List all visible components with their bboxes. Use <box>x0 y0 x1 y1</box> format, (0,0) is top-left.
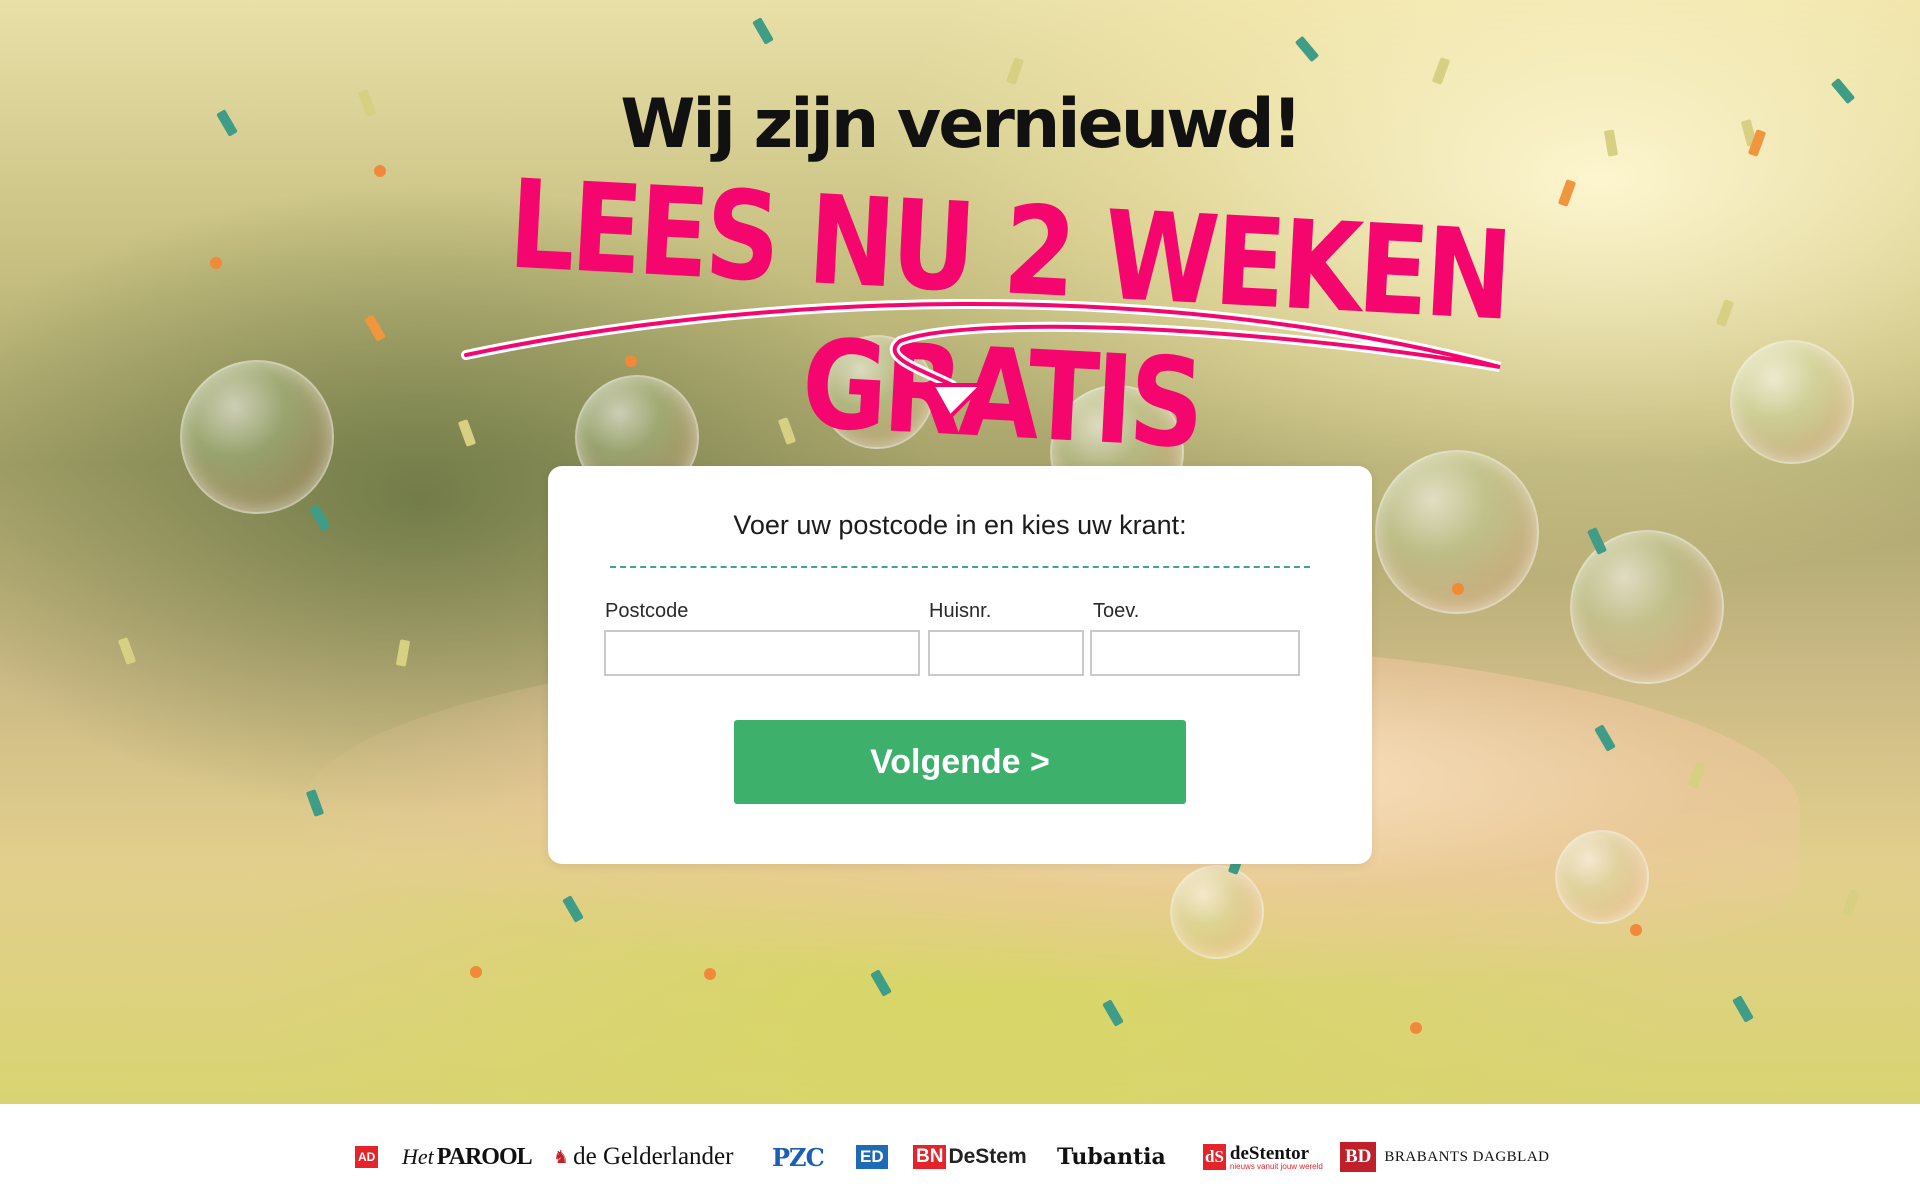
confetti-dot <box>704 968 716 980</box>
huisnr-input[interactable] <box>928 630 1084 676</box>
bubble <box>1730 340 1854 464</box>
postcode-label: Postcode <box>605 600 689 622</box>
next-button[interactable]: Volgende > <box>734 720 1186 804</box>
destem-name: DeStem <box>948 1145 1027 1168</box>
confetti <box>1715 299 1735 327</box>
swoosh-arrow-icon <box>461 298 1502 419</box>
bd-mark: BD <box>1340 1142 1377 1172</box>
bubble <box>1170 865 1264 959</box>
logo-de-gelderlander[interactable]: ♞ de Gelderlander <box>553 1142 733 1172</box>
confetti <box>309 504 331 532</box>
confetti-dot <box>1410 1022 1422 1034</box>
confetti <box>395 639 411 667</box>
confetti <box>1294 35 1320 63</box>
confetti-dot <box>470 966 482 978</box>
bubble <box>1570 530 1724 684</box>
logo-tubantia[interactable]: Tubantia <box>1057 1142 1166 1172</box>
logo-ed[interactable]: ED <box>856 1142 888 1172</box>
confetti-dot <box>374 165 386 177</box>
logo-bn-destem[interactable]: BN DeStem <box>913 1142 1027 1172</box>
logo-het-parool[interactable]: Het PAROOL <box>402 1142 533 1172</box>
confetti <box>1102 999 1124 1027</box>
confetti-dot <box>1452 583 1464 595</box>
bubble <box>1555 830 1649 924</box>
confetti <box>1732 995 1754 1023</box>
parool-prefix: Het <box>402 1144 434 1169</box>
confetti <box>1431 57 1451 85</box>
logo-brabants-dagblad[interactable]: BD BRABANTS DAGBLAD <box>1340 1142 1550 1172</box>
tubantia-name: Tubantia <box>1057 1144 1166 1170</box>
gelderlander-name: de Gelderlander <box>573 1143 734 1170</box>
form-title: Voer uw postcode in en kies uw krant: <box>733 510 1187 540</box>
stentor-name: deStentor <box>1229 1142 1310 1164</box>
confetti <box>1586 527 1608 555</box>
parool-name: PAROOL <box>436 1143 533 1170</box>
confetti-dot <box>1630 924 1642 936</box>
bn-mark: BN <box>913 1145 947 1169</box>
confetti <box>1557 179 1577 207</box>
toev-input[interactable] <box>1090 630 1300 676</box>
gelderlander-crest-icon: ♞ <box>553 1146 570 1167</box>
ed-name: ED <box>856 1145 888 1169</box>
confetti <box>752 17 774 45</box>
ad-logo-icon: AD <box>355 1146 379 1168</box>
pzc-name: PZC <box>772 1142 825 1172</box>
brabants-name: BRABANTS DAGBLAD <box>1384 1148 1550 1165</box>
logo-pzc[interactable]: PZC <box>772 1142 825 1172</box>
confetti <box>1841 889 1861 917</box>
bubble <box>180 360 334 514</box>
stentor-mark: dS <box>1203 1144 1226 1170</box>
toev-label: Toev. <box>1093 600 1140 622</box>
postcode-form-card: Voer uw postcode in en kies uw krant: Po… <box>548 466 1372 864</box>
stentor-tagline: nieuws vanuit jouw wereld <box>1229 1161 1323 1171</box>
confetti-dot <box>210 257 222 269</box>
stentor-text: deStentor nieuws vanuit jouw wereld <box>1230 1144 1323 1171</box>
confetti <box>117 637 137 665</box>
logo-ad[interactable]: AD <box>355 1142 379 1172</box>
dashed-divider <box>610 566 1310 568</box>
postcode-input[interactable] <box>604 630 920 676</box>
confetti <box>364 314 386 342</box>
page-title: Wij zijn vernieuwd! <box>620 85 1302 164</box>
huisnr-label: Huisnr. <box>929 600 992 622</box>
confetti <box>1005 57 1025 85</box>
logo-de-stentor[interactable]: dS deStentor nieuws vanuit jouw wereld <box>1203 1142 1323 1172</box>
